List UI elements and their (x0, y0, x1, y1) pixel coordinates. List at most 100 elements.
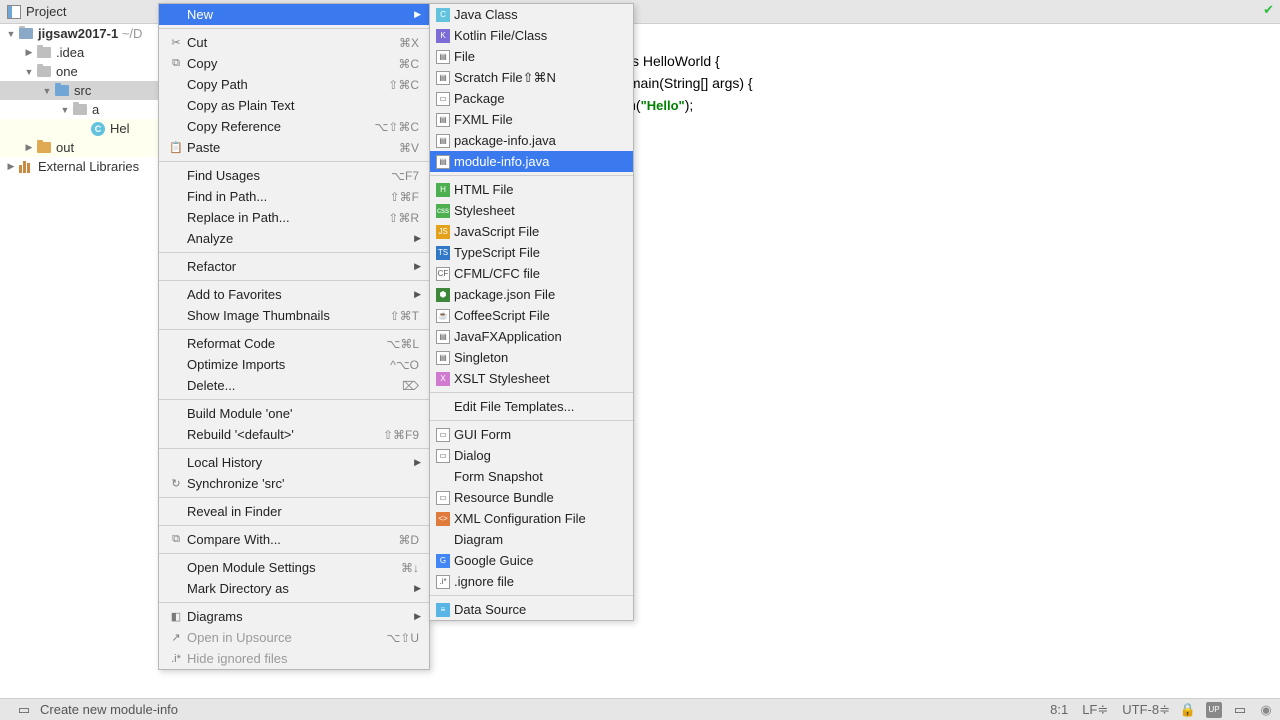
menu-item-copy-reference[interactable]: Copy Reference⌥⇧⌘C (159, 116, 429, 137)
menu-item-shortcut: ⇧⌘T (390, 309, 419, 323)
separator (159, 553, 429, 554)
class-c-icon: C (90, 122, 106, 136)
tree-node[interactable]: one (0, 62, 160, 81)
menu-item-form-snapshot[interactable]: Form Snapshot (430, 466, 633, 487)
menu-item-paste[interactable]: 📋Paste⌘V (159, 137, 429, 158)
menu-item-google-guice[interactable]: GGoogle Guice (430, 550, 633, 571)
build-success-icon[interactable]: ✔ (1263, 2, 1274, 18)
menu-item-mark-directory-as[interactable]: Mark Directory as (159, 578, 429, 599)
menu-item-show-image-thumbnails[interactable]: Show Image Thumbnails⇧⌘T (159, 305, 429, 326)
caret-position[interactable]: 8:1 (1050, 702, 1068, 717)
menu-item-add-to-favorites[interactable]: Add to Favorites (159, 284, 429, 305)
menu-item-open-module-settings[interactable]: Open Module Settings⌘↓ (159, 557, 429, 578)
menu-item-icon (167, 378, 185, 394)
badge-icon[interactable]: UP (1206, 702, 1222, 718)
menu-item-xslt-stylesheet[interactable]: XXSLT Stylesheet (430, 368, 633, 389)
menu-item-ignore-file[interactable]: .i*.ignore file (430, 571, 633, 592)
menu-item-copy[interactable]: ⧉Copy⌘C (159, 53, 429, 74)
menu-item-singleton[interactable]: ▤Singleton (430, 347, 633, 368)
menu-item-new[interactable]: New (159, 4, 429, 25)
menu-item-data-source[interactable]: ≡Data Source (430, 599, 633, 620)
menu-item-icon (167, 504, 185, 520)
expand-icon[interactable] (4, 161, 18, 172)
separator (159, 399, 429, 400)
menu-item-javascript-file[interactable]: JSJavaScript File (430, 221, 633, 242)
tree-root[interactable]: jigsaw2017-1 ~/D (0, 24, 160, 43)
menu-item-cfml-cfc-file[interactable]: CFCFML/CFC file (430, 263, 633, 284)
menu-item-label: Kotlin File/Class (454, 28, 547, 43)
notifications-icon[interactable]: ▭ (1232, 702, 1248, 718)
folder-gray-icon (72, 103, 88, 117)
line-ending[interactable]: LF≑ (1082, 702, 1108, 718)
menu-item-stylesheet[interactable]: cssStylesheet (430, 200, 633, 221)
menu-item-kotlin-file-class[interactable]: KKotlin File/Class (430, 25, 633, 46)
menu-item-compare-with[interactable]: ⧉Compare With...⌘D (159, 529, 429, 550)
separator (159, 497, 429, 498)
menu-item-java-class[interactable]: CJava Class (430, 4, 633, 25)
menu-item-icon: ▭ (436, 491, 454, 505)
menu-item-refactor[interactable]: Refactor (159, 256, 429, 277)
collapse-icon[interactable] (22, 67, 36, 77)
menu-item-label: Copy Reference (187, 119, 374, 134)
menu-item-gui-form[interactable]: ▭GUI Form (430, 424, 633, 445)
menu-item-typescript-file[interactable]: TSTypeScript File (430, 242, 633, 263)
menu-item-xml-configuration-file[interactable]: <>XML Configuration File (430, 508, 633, 529)
menu-item-find-usages[interactable]: Find Usages⌥F7 (159, 165, 429, 186)
menu-item-html-file[interactable]: HHTML File (430, 179, 633, 200)
menu-item-replace-in-path[interactable]: Replace in Path...⇧⌘R (159, 207, 429, 228)
menu-item-synchronize-src[interactable]: ↻Synchronize 'src' (159, 473, 429, 494)
tree-node[interactable]: External Libraries (0, 157, 160, 176)
menu-item-package[interactable]: ▭Package (430, 88, 633, 109)
menu-item-icon: <> (436, 512, 454, 526)
lock-icon[interactable]: 🔒 (1180, 702, 1196, 718)
menu-item-file[interactable]: ▤File (430, 46, 633, 67)
menu-item-resource-bundle[interactable]: ▭Resource Bundle (430, 487, 633, 508)
menu-item-optimize-imports[interactable]: Optimize Imports^⌥O (159, 354, 429, 375)
menu-item-reformat-code[interactable]: Reformat Code⌥⌘L (159, 333, 429, 354)
tree-node[interactable]: .idea (0, 43, 160, 62)
expand-icon[interactable] (22, 47, 36, 58)
menu-item-reveal-in-finder[interactable]: Reveal in Finder (159, 501, 429, 522)
collapse-icon[interactable] (40, 86, 54, 96)
menu-item-javafxapplication[interactable]: ▤JavaFXApplication (430, 326, 633, 347)
menu-item-icon: ▤ (436, 50, 454, 64)
menu-item-module-info-java[interactable]: ▤module-info.java (430, 151, 633, 172)
menu-item-dialog[interactable]: ▭Dialog (430, 445, 633, 466)
menu-item-copy-as-plain-text[interactable]: Copy as Plain Text (159, 95, 429, 116)
person-icon[interactable]: ◉ (1258, 702, 1274, 718)
tree-node[interactable]: CHel (0, 119, 160, 138)
encoding[interactable]: UTF-8≑ (1122, 702, 1170, 718)
collapse-icon[interactable] (58, 105, 72, 115)
menu-item-coffeescript-file[interactable]: ☕CoffeeScript File (430, 305, 633, 326)
expand-icon[interactable] (22, 142, 36, 153)
menu-item-scratch-file[interactable]: ▤Scratch File⇧⌘N (430, 67, 633, 88)
project-tree[interactable]: jigsaw2017-1 ~/D .ideaonesrcaCHeloutExte… (0, 24, 160, 720)
menu-item-hide-ignored-files: .i*Hide ignored files (159, 648, 429, 669)
menu-item-diagram[interactable]: Diagram (430, 529, 633, 550)
menu-item-icon: JS (436, 225, 454, 239)
tree-node[interactable]: out (0, 138, 160, 157)
menu-item-package-json-file[interactable]: ⬢package.json File (430, 284, 633, 305)
menu-item-delete[interactable]: Delete...⌦ (159, 375, 429, 396)
tree-node[interactable]: a (0, 100, 160, 119)
menu-item-cut[interactable]: ✂Cut⌘X (159, 32, 429, 53)
expand-icon[interactable] (4, 29, 18, 39)
menu-item-label: Java Class (454, 7, 518, 22)
menu-item-label: Reveal in Finder (187, 504, 419, 519)
menu-item-find-in-path[interactable]: Find in Path...⇧⌘F (159, 186, 429, 207)
menu-item-fxml-file[interactable]: ▤FXML File (430, 109, 633, 130)
separator (159, 161, 429, 162)
menu-item-rebuild-default[interactable]: Rebuild '<default>'⇧⌘F9 (159, 424, 429, 445)
tree-node[interactable]: src (0, 81, 160, 100)
menu-item-copy-path[interactable]: Copy Path⇧⌘C (159, 74, 429, 95)
menu-item-analyze[interactable]: Analyze (159, 228, 429, 249)
status-icon[interactable]: ▭ (16, 702, 32, 718)
menu-item-label: JavaScript File (454, 224, 539, 239)
menu-item-edit-file-templates[interactable]: Edit File Templates... (430, 396, 633, 417)
menu-item-label: Diagram (454, 532, 503, 547)
menu-item-build-module-one[interactable]: Build Module 'one' (159, 403, 429, 424)
menu-item-shortcut: ⌘↓ (401, 561, 419, 575)
menu-item-package-info-java[interactable]: ▤package-info.java (430, 130, 633, 151)
menu-item-diagrams[interactable]: ◧Diagrams (159, 606, 429, 627)
menu-item-local-history[interactable]: Local History (159, 452, 429, 473)
